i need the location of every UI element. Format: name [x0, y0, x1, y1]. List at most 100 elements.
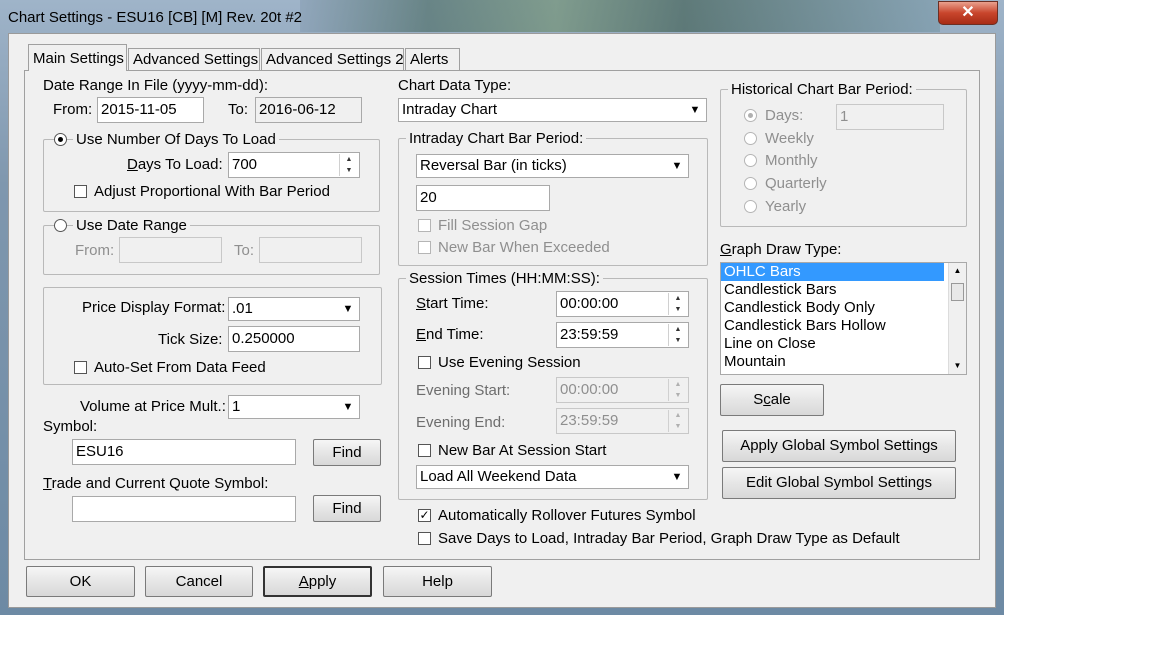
chart-data-type-value: Intraday Chart	[402, 101, 498, 118]
ok-button[interactable]: OK	[26, 566, 135, 597]
scale-button[interactable]: Scale	[720, 384, 824, 416]
evening-end-field: 23:59:59 ▲ ▼	[556, 408, 689, 434]
start-time-value: 00:00:00	[560, 295, 619, 312]
price-format-label: Price Display Format:	[82, 299, 226, 316]
list-item[interactable]: OHLC Bars	[721, 263, 944, 281]
chart-data-type-label: Chart Data Type:	[398, 77, 512, 94]
days-to-load-value: 700	[232, 156, 258, 173]
tick-size-label: Tick Size:	[158, 331, 223, 348]
apply-button[interactable]: Apply	[263, 566, 372, 597]
weekend-data-select[interactable]: Load All Weekend Data ▼	[416, 465, 689, 489]
list-item[interactable]: Candlestick Bars	[721, 281, 966, 299]
list-item[interactable]: Mountain	[721, 353, 966, 371]
yearly-radio	[744, 200, 757, 213]
end-time-spinner[interactable]: ▲ ▼	[668, 324, 687, 346]
scroll-down-icon[interactable]: ▼	[949, 358, 966, 374]
help-button[interactable]: Help	[383, 566, 492, 597]
end-time-field[interactable]: 23:59:59 ▲ ▼	[556, 322, 689, 348]
weekend-data-value: Load All Weekend Data	[420, 468, 577, 485]
fill-session-gap-label: Fill Session Gap	[438, 217, 548, 234]
apply-global-button[interactable]: Apply Global Symbol Settings	[722, 430, 956, 462]
dropdown-arrow-icon: ▼	[671, 160, 683, 172]
use-date-range-radio[interactable]	[54, 219, 67, 232]
file-from-field[interactable]: 2015-11-05	[97, 97, 204, 123]
evening-start-label: Evening Start:	[416, 382, 511, 399]
evening-start-field: 00:00:00 ▲ ▼	[556, 377, 689, 403]
dropdown-arrow-icon: ▼	[342, 401, 354, 413]
scroll-up-icon[interactable]: ▲	[949, 263, 966, 279]
session-times-title: Session Times (HH:MM:SS):	[406, 270, 603, 287]
list-item[interactable]: Candlestick Bars Hollow	[721, 317, 966, 335]
days-to-load-label: Days To Load:	[127, 156, 223, 173]
file-to-field: 2016-06-12	[255, 97, 362, 123]
intraday-period-title: Intraday Chart Bar Period:	[406, 130, 587, 147]
volume-mult-label: Volume at Price Mult.:	[80, 398, 226, 415]
trade-symbol-find-button[interactable]: Find	[313, 495, 381, 522]
evening-end-spinner: ▲ ▼	[668, 410, 687, 432]
tab-advanced-settings-2[interactable]: Advanced Settings 2	[261, 48, 404, 70]
tab-advanced-settings[interactable]: Advanced Settings	[128, 48, 260, 70]
trade-symbol-field[interactable]	[72, 496, 296, 522]
monthly-label: Monthly	[765, 152, 818, 169]
list-scrollbar[interactable]: ▲ ▼	[948, 263, 966, 374]
titlebar-background	[300, 0, 940, 32]
use-days-label: Use Number Of Days To Load	[73, 131, 279, 148]
days-spinner[interactable]: ▲ ▼	[339, 154, 358, 176]
edit-global-button[interactable]: Edit Global Symbol Settings	[722, 467, 956, 499]
symbol-find-button[interactable]: Find	[313, 439, 381, 466]
use-days-radio[interactable]	[54, 133, 67, 146]
weekly-radio	[744, 132, 757, 145]
checkmark-icon: ✓	[419, 508, 430, 522]
tab-main-settings[interactable]: Main Settings	[28, 44, 127, 71]
window-title: Chart Settings - ESU16 [CB] [M] Rev. 20t…	[8, 9, 303, 26]
rollover-checkbox[interactable]: ✓	[418, 509, 431, 522]
volume-mult-select[interactable]: 1 ▼	[228, 395, 360, 419]
range-to-label: To:	[234, 242, 255, 259]
graph-draw-type-label: Graph Draw Type:	[720, 241, 842, 258]
evening-session-checkbox[interactable]	[418, 356, 431, 369]
start-time-field[interactable]: 00:00:00 ▲ ▼	[556, 291, 689, 317]
dropdown-arrow-icon: ▼	[342, 303, 354, 315]
historical-days-field: 1	[836, 104, 944, 130]
chart-data-type-select[interactable]: Intraday Chart ▼	[398, 98, 707, 122]
close-button[interactable]: ✕	[938, 1, 998, 25]
use-date-range-label: Use Date Range	[73, 217, 190, 234]
close-icon: ✕	[961, 4, 975, 21]
range-from-label: From:	[75, 242, 115, 259]
save-default-checkbox[interactable]	[418, 532, 431, 545]
new-bar-exceeded-label: New Bar When Exceeded	[438, 239, 610, 256]
tab-alerts[interactable]: Alerts	[405, 48, 460, 70]
evening-start-spinner: ▲ ▼	[668, 379, 687, 401]
start-time-spinner[interactable]: ▲ ▼	[668, 293, 687, 315]
scroll-thumb[interactable]	[951, 283, 964, 301]
yearly-label: Yearly	[765, 198, 807, 215]
quarterly-radio	[744, 177, 757, 190]
days-to-load-field[interactable]: 700 ▲ ▼	[228, 152, 360, 178]
graph-draw-type-list[interactable]: OHLC Bars Candlestick Bars Candlestick B…	[720, 262, 967, 375]
days-radio	[744, 109, 757, 122]
end-time-label: End Time:	[416, 326, 484, 343]
new-bar-session-checkbox[interactable]	[418, 444, 431, 457]
range-to-field	[259, 237, 362, 263]
file-from-label: From:	[53, 101, 93, 118]
intraday-bar-type-select[interactable]: Reversal Bar (in ticks) ▼	[416, 154, 689, 178]
price-format-select[interactable]: .01 ▼	[228, 297, 360, 321]
weekly-label: Weekly	[765, 130, 814, 147]
intraday-bar-type-value: Reversal Bar (in ticks)	[420, 157, 567, 174]
evening-start-value: 00:00:00	[560, 381, 619, 398]
intraday-period-field[interactable]: 20	[416, 185, 550, 211]
symbol-field[interactable]: ESU16	[72, 439, 296, 465]
dropdown-arrow-icon: ▼	[689, 104, 701, 116]
new-bar-session-label: New Bar At Session Start	[438, 442, 607, 459]
evening-session-label: Use Evening Session	[438, 354, 581, 371]
autoset-label: Auto-Set From Data Feed	[94, 359, 266, 376]
autoset-checkbox[interactable]	[74, 361, 87, 374]
adjust-proportional-checkbox[interactable]	[74, 185, 87, 198]
save-default-label: Save Days to Load, Intraday Bar Period, …	[438, 530, 900, 547]
tick-size-field[interactable]: 0.250000	[228, 326, 360, 352]
list-item[interactable]: Line on Close	[721, 335, 966, 353]
rollover-label: Automatically Rollover Futures Symbol	[438, 507, 696, 524]
cancel-button[interactable]: Cancel	[145, 566, 253, 597]
volume-mult-value: 1	[232, 398, 241, 415]
list-item[interactable]: Candlestick Body Only	[721, 299, 966, 317]
